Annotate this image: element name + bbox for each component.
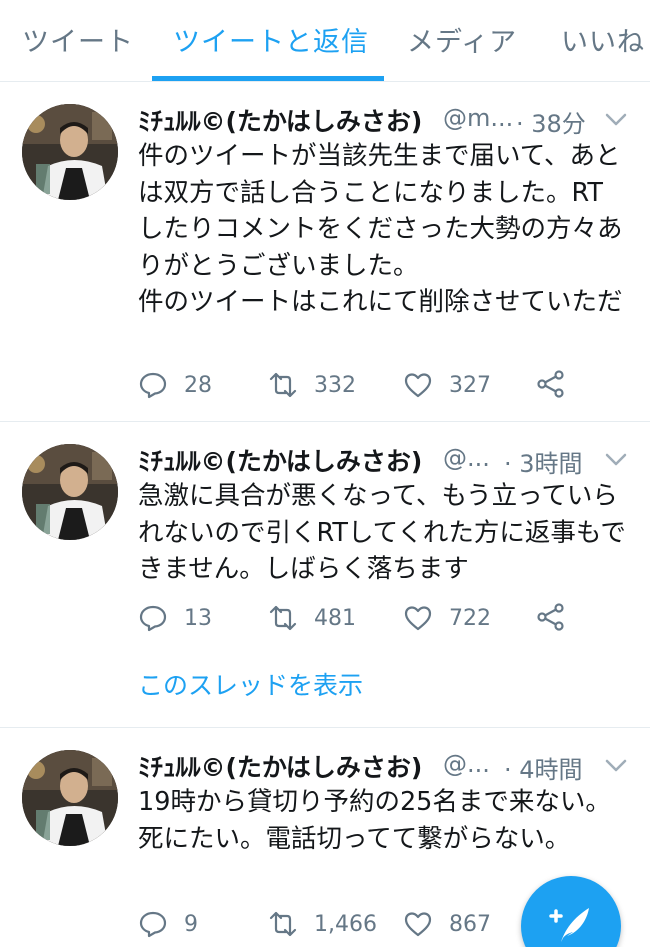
display-name[interactable]: ﾐﾁｭﾙﾙ©(たかはしみさお): [138, 442, 422, 478]
like-button[interactable]: 722: [403, 600, 491, 636]
reply-count: 13: [184, 605, 212, 631]
show-thread-link[interactable]: このスレッドを表示: [138, 666, 363, 702]
avatar-photo: [22, 104, 118, 200]
tab-media[interactable]: メディア: [407, 20, 517, 59]
tab-tweets-and-replies[interactable]: ツイートと返信: [173, 20, 369, 59]
display-name[interactable]: ﾐﾁｭﾙﾙ©(たかはしみさお): [138, 102, 422, 138]
tweet-timestamp[interactable]: · 38分: [516, 104, 586, 139]
user-handle[interactable]: @...: [443, 444, 490, 472]
avatar[interactable]: [22, 104, 118, 200]
like-count: 867: [449, 911, 491, 937]
chevron-down-icon[interactable]: [604, 758, 628, 774]
reply-icon: [139, 372, 167, 399]
heart-icon: [404, 912, 432, 937]
retweet-count: 481: [314, 605, 356, 631]
retweet-count: 1,466: [314, 911, 377, 937]
display-name[interactable]: ﾐﾁｭﾙﾙ©(たかはしみさお): [138, 748, 422, 784]
tab-likes[interactable]: いいね: [561, 20, 645, 59]
chevron-down-icon[interactable]: [604, 112, 628, 128]
share-icon[interactable]: [536, 602, 566, 632]
like-button[interactable]: 867: [403, 906, 491, 942]
compose-tweet-icon: [549, 908, 589, 942]
like-button[interactable]: 327: [403, 367, 491, 403]
reply-count: 9: [184, 911, 198, 937]
retweet-button[interactable]: 481: [268, 600, 356, 636]
tweet-text: 急激に具合が悪くなって、もう立っていられないので引くRTしてくれた方に返事もでき…: [138, 481, 626, 584]
tweet-timestamp[interactable]: · 4時間: [504, 750, 583, 785]
reply-count: 28: [184, 372, 212, 398]
tweet-text: 件のツイートが当該先生まで届いて、あとは双方で話し合うことになりました。RTした…: [138, 141, 623, 324]
tweet-header: ﾐﾁｭﾙﾙ©(たかはしみさお) @... · 3時間: [138, 442, 650, 479]
retweet-icon: [269, 911, 297, 937]
tweet-header: ﾐﾁｭﾙﾙ©(たかはしみさお) @... · 4時間: [138, 748, 650, 785]
reply-button[interactable]: 9: [138, 906, 198, 942]
tweet-item[interactable]: ﾐﾁｭﾙﾙ©(たかはしみさお) @... · 3時間 急激に具合が悪くなって、も…: [0, 422, 650, 728]
like-count: 327: [449, 372, 491, 398]
tab-tweets[interactable]: ツイート: [22, 20, 134, 59]
retweet-button[interactable]: 1,466: [268, 906, 377, 942]
retweet-button[interactable]: 332: [268, 367, 356, 403]
retweet-icon: [269, 605, 297, 631]
user-handle[interactable]: @m...: [443, 104, 513, 132]
reply-button[interactable]: 28: [138, 367, 212, 403]
tweet-header: ﾐﾁｭﾙﾙ©(たかはしみさお) @m... · 38分: [138, 102, 650, 139]
tweet-item[interactable]: ﾐﾁｭﾙﾙ©(たかはしみさお) @m... · 38分 件のツイートが当該先生ま…: [0, 82, 650, 422]
share-icon[interactable]: [536, 369, 566, 399]
reply-icon: [139, 911, 167, 938]
retweet-count: 332: [314, 372, 356, 398]
avatar[interactable]: [22, 750, 118, 846]
heart-icon: [404, 373, 432, 398]
avatar-photo: [22, 750, 118, 846]
tweet-actions: 28 332 327: [138, 367, 628, 403]
like-count: 722: [449, 605, 491, 631]
user-handle[interactable]: @...: [443, 750, 490, 778]
tweet-actions: 13 481 722: [138, 600, 628, 636]
chevron-down-icon[interactable]: [604, 452, 628, 468]
heart-icon: [404, 606, 432, 631]
retweet-icon: [269, 372, 297, 398]
avatar[interactable]: [22, 444, 118, 540]
active-tab-indicator: [152, 76, 384, 81]
reply-button[interactable]: 13: [138, 600, 212, 636]
profile-tabs: ツイート ツイートと返信 メディア いいね: [0, 0, 650, 82]
tweet-timestamp[interactable]: · 3時間: [504, 444, 583, 479]
avatar-photo: [22, 444, 118, 540]
reply-icon: [139, 605, 167, 632]
